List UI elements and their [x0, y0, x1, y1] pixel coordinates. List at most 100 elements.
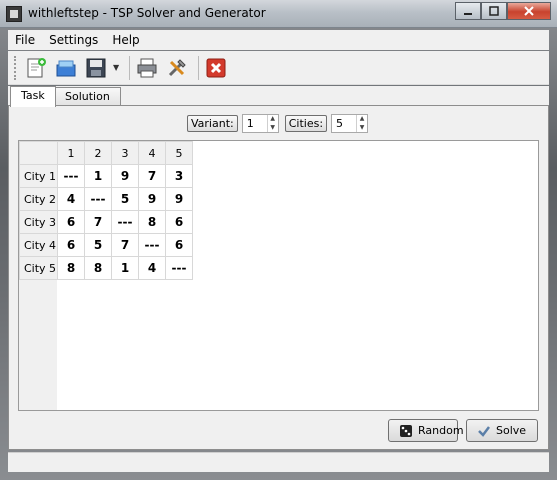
matrix-cell[interactable]: 4: [57, 187, 85, 211]
matrix-cell[interactable]: ---: [138, 233, 166, 257]
matrix-cell[interactable]: 3: [165, 164, 193, 188]
open-button[interactable]: [53, 55, 79, 81]
distance-matrix-grid[interactable]: 1 2 3 4 5 City 1 --- 1 9 7 3 City 2 4 --…: [18, 140, 539, 411]
new-task-button[interactable]: [23, 55, 49, 81]
matrix-cell[interactable]: 7: [84, 210, 112, 234]
title-bar[interactable]: withleftstep - TSP Solver and Generator: [0, 0, 557, 28]
matrix-cell[interactable]: 6: [165, 233, 193, 257]
column-header: 2: [84, 141, 112, 165]
checkmark-icon: [477, 424, 491, 438]
matrix-row: City 3 6 7 --- 8 6: [19, 210, 193, 234]
dice-icon: [399, 424, 413, 438]
matrix-corner: [19, 141, 58, 165]
row-header: City 4: [19, 233, 58, 257]
random-button[interactable]: Random: [388, 419, 464, 442]
matrix-cell[interactable]: 1: [111, 256, 139, 280]
column-header: 1: [57, 141, 85, 165]
close-icon: [524, 6, 534, 16]
column-header: 3: [111, 141, 139, 165]
spin-up-icon[interactable]: ▲: [268, 115, 278, 124]
window-title: withleftstep - TSP Solver and Generator: [28, 6, 266, 20]
tab-task[interactable]: Task: [10, 86, 56, 107]
matrix-cell[interactable]: 7: [111, 233, 139, 257]
maximize-button[interactable]: [481, 2, 507, 20]
menu-settings[interactable]: Settings: [42, 33, 105, 47]
settings-button[interactable]: [164, 55, 190, 81]
cities-value[interactable]: 5: [332, 115, 356, 132]
row-header: City 3: [19, 210, 58, 234]
menu-help[interactable]: Help: [105, 33, 146, 47]
matrix-header-row: 1 2 3 4 5: [19, 141, 193, 165]
distance-matrix: 1 2 3 4 5 City 1 --- 1 9 7 3 City 2 4 --…: [19, 141, 193, 280]
matrix-cell[interactable]: ---: [111, 210, 139, 234]
matrix-cell[interactable]: 4: [138, 256, 166, 280]
matrix-cell[interactable]: 6: [165, 210, 193, 234]
row-header: City 5: [19, 256, 58, 280]
menu-file-label: File: [15, 33, 36, 47]
save-dropdown-icon[interactable]: ▼: [113, 63, 121, 72]
close-button[interactable]: [507, 2, 551, 20]
matrix-cell[interactable]: 5: [111, 187, 139, 211]
spin-up-icon[interactable]: ▲: [357, 115, 367, 124]
matrix-cell[interactable]: 9: [138, 187, 166, 211]
task-parameters: Variant: 1 ▲ ▼ Cities: 5 ▲ ▼: [187, 114, 374, 133]
random-button-label: Random: [418, 424, 464, 437]
exit-icon: [206, 58, 226, 77]
variant-value[interactable]: 1: [243, 115, 267, 132]
matrix-cell[interactable]: ---: [165, 256, 193, 280]
solve-button-label: Solve: [496, 424, 527, 437]
toolbar-separator: [198, 55, 199, 80]
spin-down-icon[interactable]: ▼: [268, 124, 278, 133]
save-icon: [86, 58, 106, 77]
matrix-row: City 2 4 --- 5 9 9: [19, 187, 193, 211]
matrix-cell[interactable]: 6: [57, 233, 85, 257]
exit-button[interactable]: [203, 55, 229, 81]
matrix-cell[interactable]: ---: [57, 164, 85, 188]
variant-spinner[interactable]: 1 ▲ ▼: [241, 114, 279, 133]
new-document-icon: [27, 57, 46, 77]
maximize-icon: [489, 6, 499, 16]
cities-spinner-arrows[interactable]: ▲ ▼: [356, 115, 367, 132]
row-header: City 2: [19, 187, 58, 211]
matrix-cell[interactable]: 5: [84, 233, 112, 257]
variant-spinner-arrows[interactable]: ▲ ▼: [266, 115, 278, 133]
action-buttons: Random Solve: [380, 419, 538, 442]
print-button[interactable]: [134, 55, 160, 81]
app-icon: [6, 6, 22, 22]
caption-buttons: [455, 2, 551, 20]
matrix-cell[interactable]: 9: [165, 187, 193, 211]
matrix-cell[interactable]: 9: [111, 164, 139, 188]
matrix-cell[interactable]: ---: [84, 187, 112, 211]
toolbar-grip[interactable]: [14, 55, 17, 80]
open-icon: [56, 60, 76, 76]
menu-bar: File Settings Help: [8, 30, 549, 50]
tools-icon: [168, 58, 186, 76]
app-window: withleftstep - TSP Solver and Generator …: [0, 0, 557, 480]
matrix-cell[interactable]: 7: [138, 164, 166, 188]
menu-file[interactable]: File: [8, 33, 42, 47]
minimize-button[interactable]: [455, 2, 481, 20]
matrix-row: City 5 8 8 1 4 ---: [19, 256, 193, 280]
variant-label[interactable]: Variant:: [187, 115, 238, 132]
menu-help-label: Help: [112, 33, 140, 47]
matrix-cell[interactable]: 8: [84, 256, 112, 280]
matrix-cell[interactable]: 1: [84, 164, 112, 188]
save-button[interactable]: [83, 55, 109, 81]
tab-solution[interactable]: Solution: [54, 87, 121, 106]
matrix-cell[interactable]: 6: [57, 210, 85, 234]
task-panel: Variant: 1 ▲ ▼ Cities: 5 ▲ ▼ 1 2 3 4 5 C…: [8, 105, 549, 450]
matrix-cell[interactable]: 8: [57, 256, 85, 280]
cities-label[interactable]: Cities:: [284, 115, 328, 132]
minimize-icon: [464, 13, 472, 15]
row-header: City 1: [19, 164, 58, 188]
solve-button[interactable]: Solve: [466, 419, 538, 442]
tab-bar: Task Solution: [8, 86, 549, 107]
status-bar: [8, 452, 549, 472]
toolbar-separator: [129, 55, 130, 80]
toolbar: ▼: [8, 51, 549, 85]
matrix-row: City 4 6 5 7 --- 6: [19, 233, 193, 257]
cities-spinner[interactable]: 5 ▲ ▼: [331, 114, 369, 133]
column-header: 4: [138, 141, 166, 165]
spin-down-icon[interactable]: ▼: [357, 124, 367, 133]
matrix-cell[interactable]: 8: [138, 210, 166, 234]
